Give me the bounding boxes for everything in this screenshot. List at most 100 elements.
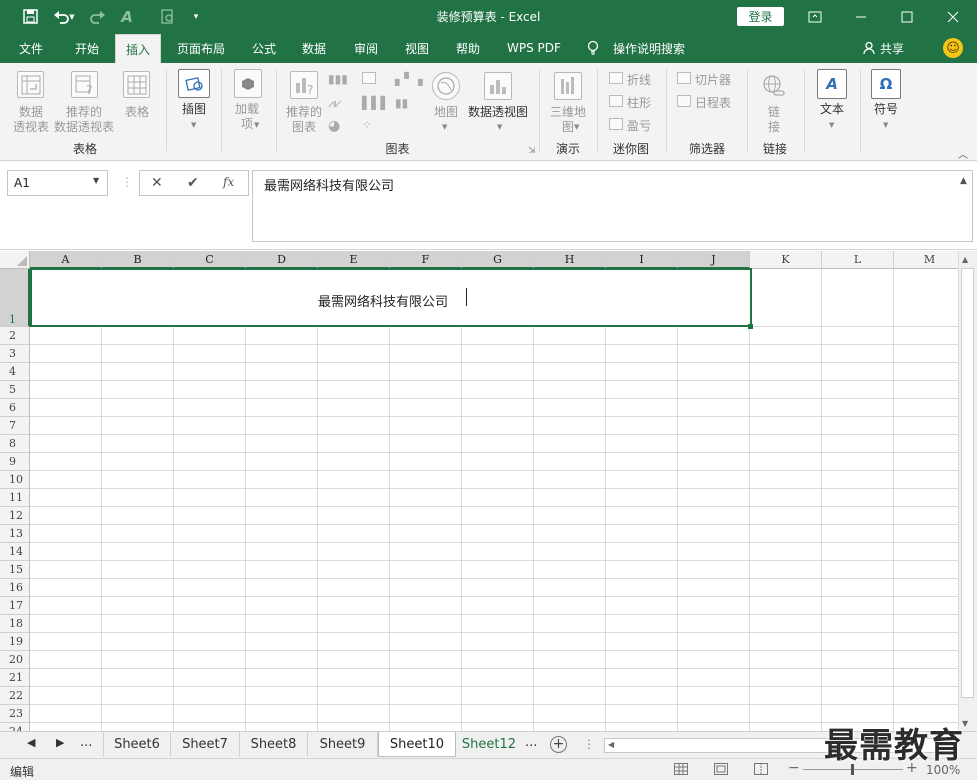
slicer-icon[interactable] (677, 72, 691, 84)
sparkline-column-icon[interactable] (609, 95, 623, 107)
recommended-charts-icon[interactable]: ? (290, 71, 318, 99)
next-sheet-icon[interactable]: ▶ (56, 736, 64, 749)
row-header-11[interactable]: 11 (0, 489, 30, 507)
slicer-button[interactable]: 切片器 (695, 71, 731, 88)
column-header-g[interactable]: G (462, 251, 534, 269)
worksheet-grid[interactable]: ABCDEFGHIJKLM 1 2 3 4 5 6 7 8 9 10 11 12 13 14 15 16 17 1… (0, 251, 977, 741)
link-button[interactable]: 链接 (762, 105, 786, 135)
normal-view-icon[interactable] (674, 763, 688, 778)
sparkline-line-button[interactable]: 折线 (627, 71, 651, 88)
sheet-tab-sheet10[interactable]: Sheet10 (378, 732, 456, 757)
sheet-tab-sheet12[interactable]: Sheet12 (456, 732, 522, 757)
zoom-out-icon[interactable]: − (788, 760, 800, 776)
charts-launcher-icon[interactable]: ⇲ (528, 146, 536, 156)
scroll-left-icon[interactable]: ◀ (608, 740, 614, 749)
row-header-4[interactable]: 4 (0, 363, 30, 381)
redo-icon[interactable] (85, 0, 111, 33)
confirm-entry-icon[interactable]: ✔ (187, 175, 199, 191)
row-header-18[interactable]: 18 (0, 615, 30, 633)
row-header-22[interactable]: 22 (0, 687, 30, 705)
map-icon[interactable] (432, 72, 460, 100)
symbol-icon[interactable]: Ω (871, 69, 901, 99)
column-header-a[interactable]: A (30, 251, 102, 269)
collapse-ribbon-icon[interactable]: ︿ (958, 146, 968, 161)
page-break-view-icon[interactable] (754, 763, 768, 778)
ribbon-display-icon[interactable] (792, 0, 838, 33)
row-header-6[interactable]: 6 (0, 399, 30, 417)
undo-dropdown-icon[interactable]: ▼ (66, 0, 78, 33)
row-header-19[interactable]: 19 (0, 633, 30, 651)
customize-icon[interactable]: ▾ (183, 0, 209, 33)
table-icon[interactable] (123, 71, 150, 98)
waterfall-chart-icon[interactable]: ▖▘▗ (395, 72, 423, 86)
row-header-15[interactable]: 15 (0, 561, 30, 579)
addins-button[interactable]: 加载项 (229, 102, 265, 132)
timeline-button[interactable]: 日程表 (695, 94, 731, 111)
timeline-icon[interactable] (677, 95, 691, 107)
illustrations-button[interactable]: 插图 (176, 102, 212, 117)
table-button[interactable]: 表格 (117, 105, 157, 120)
recommended-pivot-button[interactable]: 推荐的 数据透视表 (53, 105, 115, 135)
recommended-charts-button[interactable]: 推荐的 图表 (284, 105, 324, 135)
feedback-smiley-icon[interactable]: ☺ (943, 38, 963, 58)
print-preview-icon[interactable] (155, 0, 181, 33)
tab-formulas[interactable]: 公式 (252, 33, 276, 63)
column-header-h[interactable]: H (534, 251, 606, 269)
formula-input[interactable]: 最需网络科技有限公司 (252, 170, 973, 242)
addins-icon[interactable] (234, 69, 262, 98)
row-header-14[interactable]: 14 (0, 543, 30, 561)
column-header-j[interactable]: J (678, 251, 750, 269)
column-header-f[interactable]: F (390, 251, 462, 269)
pivot-table-icon[interactable] (17, 71, 44, 98)
scatter-chart-icon[interactable]: ⁘ (362, 118, 376, 132)
row-header-2[interactable]: 2 (0, 327, 30, 345)
minimize-icon[interactable] (838, 0, 884, 33)
scroll-up-icon[interactable]: ▲ (962, 255, 968, 264)
tab-view[interactable]: 视图 (405, 33, 429, 63)
column-header-i[interactable]: I (606, 251, 678, 269)
page-layout-view-icon[interactable] (714, 763, 728, 778)
tab-page-layout[interactable]: 页面布局 (177, 33, 225, 63)
column-chart-icon[interactable]: ▮▮▮ (328, 72, 348, 86)
row-header-21[interactable]: 21 (0, 669, 30, 687)
column-header-c[interactable]: C (174, 251, 246, 269)
pivot-table-button[interactable]: 数据 透视表 (10, 105, 52, 135)
font-color-icon[interactable]: A (114, 0, 140, 33)
sheet-tab-sheet7[interactable]: Sheet7 (171, 732, 240, 757)
save-icon[interactable] (17, 0, 43, 33)
column-header-m[interactable]: M (894, 251, 966, 269)
line-chart-icon[interactable]: ⩘⩗ (328, 96, 342, 110)
3d-map-button[interactable]: 三维地图 (546, 105, 590, 135)
illustrations-icon[interactable] (178, 69, 210, 98)
column-header-b[interactable]: B (102, 251, 174, 269)
fill-handle[interactable] (748, 324, 753, 329)
column-header-k[interactable]: K (750, 251, 822, 269)
tab-insert[interactable]: 插入 (115, 34, 162, 63)
hierarchy-chart-icon[interactable] (362, 72, 376, 84)
map-button[interactable]: 地图 (428, 105, 464, 120)
text-button[interactable]: 文本 (812, 102, 852, 117)
merged-cell-a1-j1[interactable]: 最需网络科技有限公司 (30, 268, 752, 327)
prev-sheet-icon[interactable]: ◀ (27, 736, 35, 749)
sheets-left-more[interactable]: ... (80, 735, 92, 750)
row-header-9[interactable]: 9 (0, 453, 30, 471)
text-icon[interactable]: A (817, 69, 847, 99)
row-header-13[interactable]: 13 (0, 525, 30, 543)
sparkline-column-button[interactable]: 柱形 (627, 94, 651, 111)
link-icon[interactable] (760, 72, 788, 100)
tab-help[interactable]: 帮助 (456, 33, 480, 63)
row-header-1[interactable]: 1 (0, 269, 30, 327)
sheet-tab-sheet9[interactable]: Sheet9 (308, 732, 378, 757)
sheet-tab-sheet8[interactable]: Sheet8 (240, 732, 308, 757)
combo-chart-icon[interactable]: ▮▮ (395, 96, 409, 110)
tab-data[interactable]: 数据 (302, 33, 326, 63)
close-icon[interactable] (930, 0, 976, 33)
statistic-chart-icon[interactable]: ▌▌▌ (362, 96, 390, 110)
row-header-5[interactable]: 5 (0, 381, 30, 399)
sheets-right-more[interactable]: ... (525, 735, 537, 750)
column-header-l[interactable]: L (822, 251, 894, 269)
pie-chart-icon[interactable]: ◕ (328, 118, 342, 134)
share-icon[interactable] (863, 33, 877, 63)
3d-map-icon[interactable] (554, 72, 582, 100)
row-header-10[interactable]: 10 (0, 471, 30, 489)
